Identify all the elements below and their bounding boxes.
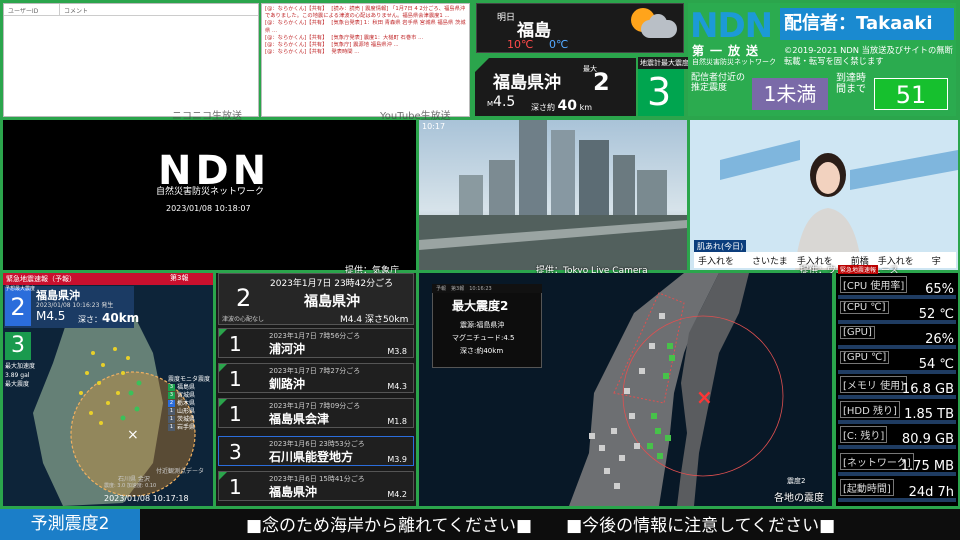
estimated-intensity: 1未満 [752,78,828,110]
eew-time: 2023/01/08 10:16:23 発生 [36,302,114,309]
ticker-text: ■念のため海岸から離れてください■ ■今後の情報に注意してください■ [246,516,836,536]
ticker-label: 予測震度2 [0,509,140,540]
chat-line: [@：ならかくん]【共有】 [気象庁発表] 震度1：大槌町 石巻市 ... [265,34,424,41]
col-user-header[interactable]: ユーザーID [4,4,60,15]
sender-label: 配信者：Takaaki [780,8,954,40]
seismometer-label: 地震計最大震度 [638,57,691,69]
chat-line: [@：ならかくん]【共有】 [読み：読売 | 震度情報] 「1月7日 4 2分ごろ… [265,6,466,20]
quake-max-int: 2 [593,68,610,96]
stat-row: [GPU] 26% [838,325,956,349]
eew-magnitude: M4.5 [36,309,66,323]
observed-intensity: 3 [5,332,31,360]
intensity-card-epicenter: 震源:福島県沖 [460,321,505,329]
ndn-logo: NDN [690,6,773,46]
intensity-card-title: 最大震度2 [452,299,509,313]
legend-row: 1 茨城県 [168,416,196,423]
copyright-text: ©2019-2021 NDN 当放送及びサイトの無断転載・転写を固く禁じます [784,45,953,66]
comment-header: ユーザーID コメント [4,4,258,16]
accel-info: 最大加速度 3.89 gal 最大震度 [5,363,36,388]
weather-day: 明日 [497,13,516,23]
quake-list-item[interactable]: 1 2023年1月7日 7時09分ごろ 福島県会津 M1.8 [218,398,414,428]
cloud-icon [641,20,677,38]
corner-marker [475,58,489,72]
quake-list-item[interactable]: 1 2023年1月6日 15時41分ごろ 福島県沖 M4.2 [218,471,414,501]
nearby-obs-label: 付近観測点データ [156,468,205,475]
svg-text:×: × [696,385,713,409]
intensity-map-legend: 震度2 [787,477,806,485]
stat-row: [起動時間] 24d 7h [838,478,956,502]
stat-row: [CPU ℃] 52 ℃ [838,300,956,324]
weather-max: 10℃ [507,38,534,51]
chat-log[interactable]: [@：ならかくん]【共有】 [読み：読売 | 震度情報] 「1月7日 4 2分ごろ… [261,3,470,117]
stat-row: [C: 残り] 80.9 GB [838,425,956,449]
intensity-card-header: 予報 第3報 10:16:23 [432,284,542,293]
legend-row: 3 宮城県 [168,392,196,399]
stat-row: [メモリ 使用] 16.8 GB [838,375,956,399]
latest-quake-place: 福島県沖 [304,294,360,310]
stat-row: [HDD 残り] 1.85 TB [838,400,956,424]
eew-predicted-intensity: 2 [5,288,31,326]
col-comment-header[interactable]: コメント [60,4,92,15]
stat-row: [ネットワーク] 1.75 MB [838,452,956,476]
quake-list-item[interactable]: 1 2023年1月7日 7時56分ごろ 浦河沖 M3.8 [218,328,414,358]
quake-list-item[interactable]: 1 2023年1月7日 7時27分ごろ 釧路沖 M4.3 [218,363,414,393]
latest-quake-date: 2023年1月7日 23時42分ごろ [270,279,394,289]
intensity-map-footer: 各地の震度 [774,493,824,504]
nearby-obs-values: 震度: 3.0 加速度: 0.10 [104,483,157,489]
latest-quake-int: 2 [236,284,252,312]
ndn-logo-subtitle: 自然災害防災ネットワーク [156,187,265,197]
eew-map-clock: 2023/01/08 10:17:18 [104,494,189,503]
stat-row: [CPU 使用率] 65% [838,275,956,299]
live-camera [419,120,687,270]
arrival-countdown: 51 [874,78,948,110]
chat-line: [@：ならかくん]【共有】 発表時間 ... [265,49,360,56]
chat-line: [@：ならかくん]【共有】 [気象台発表] 1：秋田 青森県 岩手県 宮城県 福島… [265,20,466,34]
weather-min: 0℃ [549,38,569,51]
network-name: 自然災害防災ネットワーク [692,58,776,66]
legend-row: 2 栃木県 [168,400,196,407]
eew-depth: 深さ：40km [78,311,140,325]
quake-place: 福島県沖 [493,73,561,93]
ndn-clock: 2023/01/08 10:18:07 [166,204,251,213]
intensity-card-magnitude: マグニチュード:4.5 [452,334,515,342]
eew-report-count: 第3報 [170,274,189,282]
intensity-legend: 震度モニタ震度 3 福島県 3 宮城県 2 栃木県 1 山形県 1 茨城県 1 岩手県 [168,376,211,431]
estimated-intensity-label: 配信者付近の推定震度 [691,73,746,93]
arrival-time-label: 到達時間まで [836,73,866,95]
quake-list-item[interactable]: 3 2023年1月6日 23時53分ごろ 石川県能登地方 M3.9 [218,436,414,466]
stats-eew-tag: 緊急地震速報 [838,265,879,274]
svg-text:×: × [127,427,139,443]
comment-panel: ユーザーID コメント [3,3,259,117]
legend-row: 3 福島県 [168,384,196,391]
seismometer-value: 3 [647,70,672,114]
weather-panel: 明日 福島 10℃ 0℃ [476,3,684,53]
stat-row: [GPU ℃] 54 ℃ [838,350,956,374]
quake-depth: 深さ約 40 km [531,98,593,114]
quake-mag: M4.5 [487,94,516,110]
latest-quake-tsunami: 津波の心配なし [222,316,265,323]
intensity-card-depth: 深さ:約40km [460,347,504,355]
legend-row: 1 山形県 [168,408,196,415]
latest-quake-mag: M4.4 深さ50km [340,315,409,325]
legend-row: 1 岩手県 [168,424,196,431]
camera-time: 10:17 [422,122,446,131]
eew-predicted-label: 予想最大震度 [5,286,36,292]
city-skyline [419,120,687,270]
